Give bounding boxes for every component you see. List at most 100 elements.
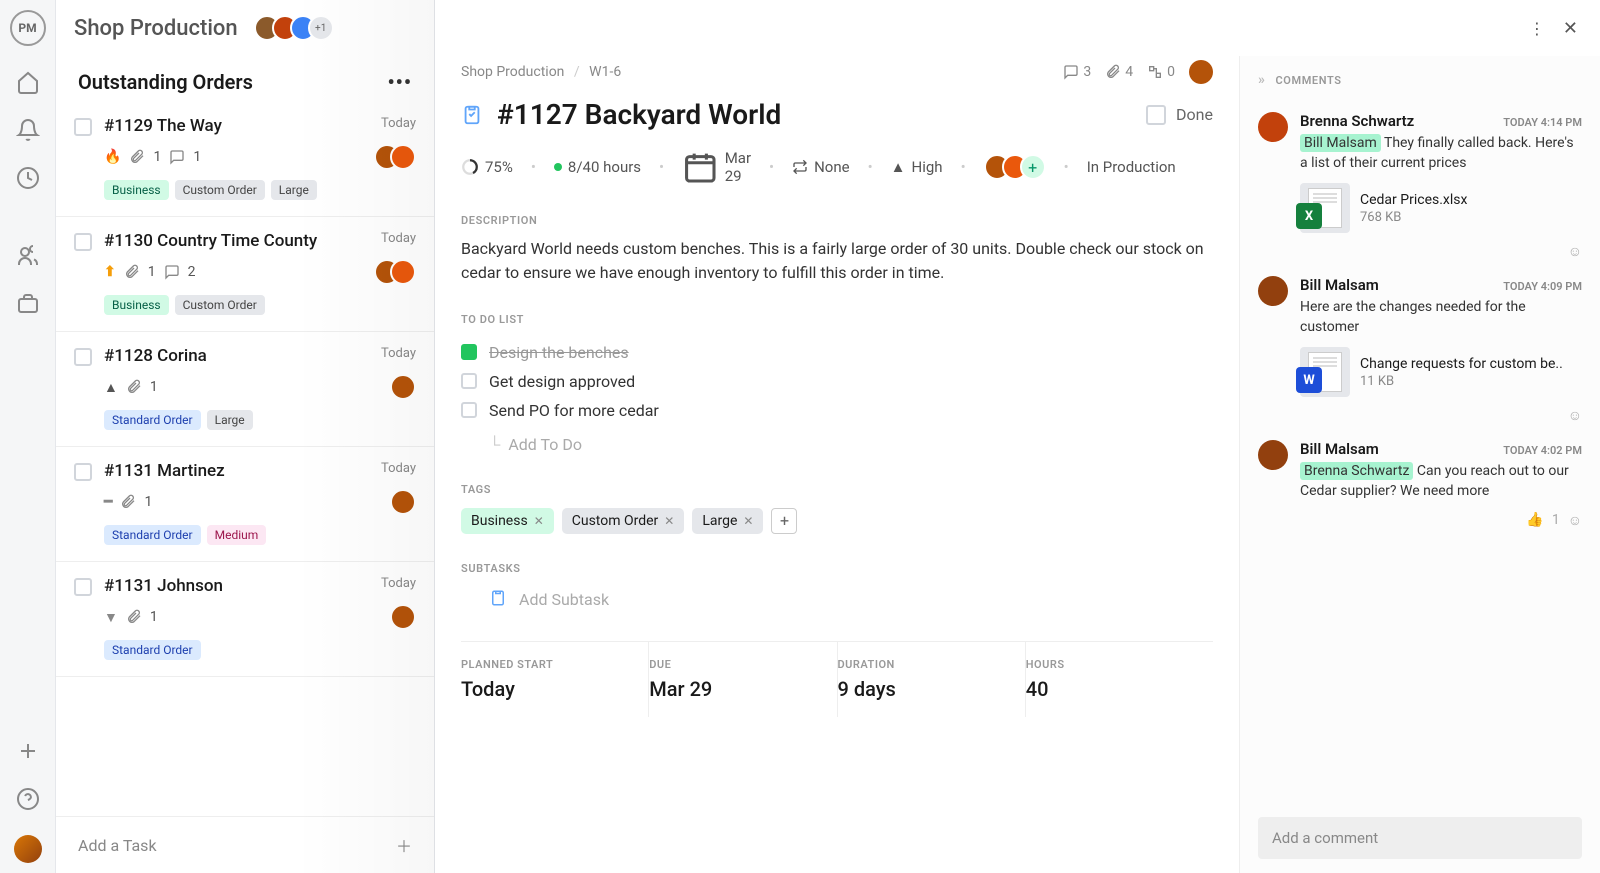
remove-tag-icon[interactable]: ✕ <box>664 514 674 528</box>
todo-item[interactable]: Design the benches <box>461 338 1213 367</box>
checkbox-icon[interactable] <box>74 118 92 136</box>
tag[interactable]: Large <box>271 180 317 200</box>
add-task-button[interactable]: Add a Task ＋ <box>56 816 434 873</box>
breadcrumb-id[interactable]: W1-6 <box>589 64 621 80</box>
file-name: Cedar Prices.xlsx <box>1360 192 1467 208</box>
smile-icon[interactable]: ☺ <box>1568 407 1582 424</box>
done-toggle[interactable]: Done <box>1146 105 1213 125</box>
tags-label: TAGS <box>461 483 1213 496</box>
tag[interactable]: Medium <box>207 525 267 545</box>
due-value[interactable]: Mar 29 <box>649 677 836 701</box>
todo-list: Design the benchesGet design approvedSen… <box>461 338 1213 425</box>
smile-icon[interactable]: ☺ <box>1568 243 1582 260</box>
checkbox-icon[interactable] <box>461 373 477 389</box>
checkbox-icon[interactable] <box>74 463 92 481</box>
home-icon[interactable] <box>16 70 40 94</box>
briefcase-icon[interactable] <box>16 292 40 316</box>
tag[interactable]: Large✕ <box>692 508 763 534</box>
checkbox-icon[interactable] <box>74 578 92 596</box>
close-icon[interactable]: ✕ <box>1563 18 1578 39</box>
hours[interactable]: 8/40 hours <box>554 158 641 176</box>
help-icon[interactable] <box>16 787 40 811</box>
planned-start[interactable]: Today <box>461 677 648 701</box>
avatar[interactable] <box>390 604 416 630</box>
assignees[interactable]: + <box>984 154 1046 180</box>
attachment[interactable]: W Change requests for custom be..11 KB <box>1300 347 1582 397</box>
attachment[interactable]: X Cedar Prices.xlsx768 KB <box>1300 183 1582 233</box>
app-logo[interactable]: PM <box>10 10 46 46</box>
task-card[interactable]: #1128 CorinaToday ▲ 1 Standard OrderLarg… <box>56 332 434 447</box>
bell-icon[interactable] <box>16 118 40 142</box>
priority-icon: 🔥 <box>104 149 121 165</box>
checkbox-icon[interactable] <box>461 402 477 418</box>
todo-item[interactable]: Get design approved <box>461 367 1213 396</box>
board-avatars[interactable]: +1 <box>254 15 334 41</box>
status[interactable]: In Production <box>1087 158 1176 176</box>
avatar[interactable] <box>390 259 416 285</box>
avatar[interactable] <box>390 374 416 400</box>
avatar[interactable] <box>390 489 416 515</box>
todo-item[interactable]: Send PO for more cedar <box>461 396 1213 425</box>
attach-icon <box>129 149 145 165</box>
more-vert-icon[interactable]: ⋮ <box>1529 19 1545 38</box>
repeat[interactable]: None <box>792 158 850 176</box>
avatar[interactable] <box>1258 112 1288 142</box>
tag[interactable]: Custom Order✕ <box>562 508 685 534</box>
priority[interactable]: ▲High <box>891 158 943 176</box>
mention[interactable]: Brenna Schwartz <box>1300 462 1413 480</box>
remove-tag-icon[interactable]: ✕ <box>743 514 753 528</box>
user-avatar[interactable] <box>14 835 42 863</box>
list-menu-icon[interactable]: ••• <box>387 70 412 94</box>
checkbox-icon[interactable] <box>461 344 477 360</box>
tag[interactable]: Business✕ <box>461 508 554 534</box>
attach-count[interactable]: 4 <box>1105 64 1133 80</box>
due-date[interactable]: Mar 29 <box>682 149 751 186</box>
tag[interactable]: Business <box>104 180 169 200</box>
comments-panel: » COMMENTS Brenna SchwartzTODAY 4:14 PM … <box>1240 56 1600 873</box>
people-icon[interactable] <box>16 244 40 268</box>
attach-icon <box>126 379 142 395</box>
tag[interactable]: Custom Order <box>175 180 265 200</box>
checkbox-icon[interactable] <box>74 233 92 251</box>
thumbs-up-icon[interactable]: 👍 <box>1526 512 1543 528</box>
add-tag-button[interactable]: + <box>771 508 797 534</box>
description[interactable]: Backyard World needs custom benches. Thi… <box>461 237 1213 285</box>
checkbox-icon[interactable] <box>74 348 92 366</box>
subtask-count[interactable]: 0 <box>1147 64 1175 80</box>
plus-icon[interactable] <box>16 739 40 763</box>
tag[interactable]: Business <box>104 295 169 315</box>
remove-tag-icon[interactable]: ✕ <box>534 514 544 528</box>
comment: Bill MalsamTODAY 4:09 PM Here are the ch… <box>1258 276 1582 424</box>
comment-time: TODAY 4:09 PM <box>1503 280 1582 293</box>
avatar[interactable] <box>1258 276 1288 306</box>
priority-icon: ▼ <box>104 609 118 626</box>
tag[interactable]: Custom Order <box>175 295 265 315</box>
comment-input[interactable] <box>1258 817 1582 859</box>
task-card[interactable]: #1131 JohnsonToday ▼ 1 Standard Order <box>56 562 434 677</box>
add-subtask-button[interactable]: Add Subtask <box>461 589 1213 611</box>
task-card[interactable]: #1130 Country Time CountyToday ⬆ 1 2 Bus… <box>56 217 434 332</box>
list-header: Outstanding Orders ••• <box>56 56 434 102</box>
task-title[interactable]: #1127 Backyard World <box>497 98 1132 131</box>
breadcrumb-board[interactable]: Shop Production <box>461 64 564 80</box>
checkbox-icon[interactable] <box>1146 105 1166 125</box>
collapse-icon[interactable]: » <box>1258 72 1266 88</box>
mention[interactable]: Bill Malsam <box>1300 134 1381 152</box>
avatar[interactable] <box>1189 60 1213 84</box>
smile-icon[interactable]: ☺ <box>1568 512 1582 529</box>
tag[interactable]: Large <box>207 410 253 430</box>
tag[interactable]: Standard Order <box>104 410 201 430</box>
add-todo-button[interactable]: └Add To Do <box>461 425 1213 455</box>
tag[interactable]: Standard Order <box>104 525 201 545</box>
progress[interactable]: 75% <box>461 158 513 176</box>
comment-count[interactable]: 3 <box>1063 64 1091 80</box>
duration-value[interactable]: 9 days <box>838 677 1025 701</box>
hours-value[interactable]: 40 <box>1026 677 1213 701</box>
comment-text: Brenna Schwartz Can you reach out to our… <box>1300 462 1582 501</box>
task-card[interactable]: #1129 The WayToday 🔥 1 1 BusinessCustom … <box>56 102 434 217</box>
avatar[interactable] <box>1258 440 1288 470</box>
tag[interactable]: Standard Order <box>104 640 201 660</box>
avatar[interactable] <box>390 144 416 170</box>
task-card[interactable]: #1131 MartinezToday ━ 1 Standard OrderMe… <box>56 447 434 562</box>
clock-icon[interactable] <box>16 166 40 190</box>
